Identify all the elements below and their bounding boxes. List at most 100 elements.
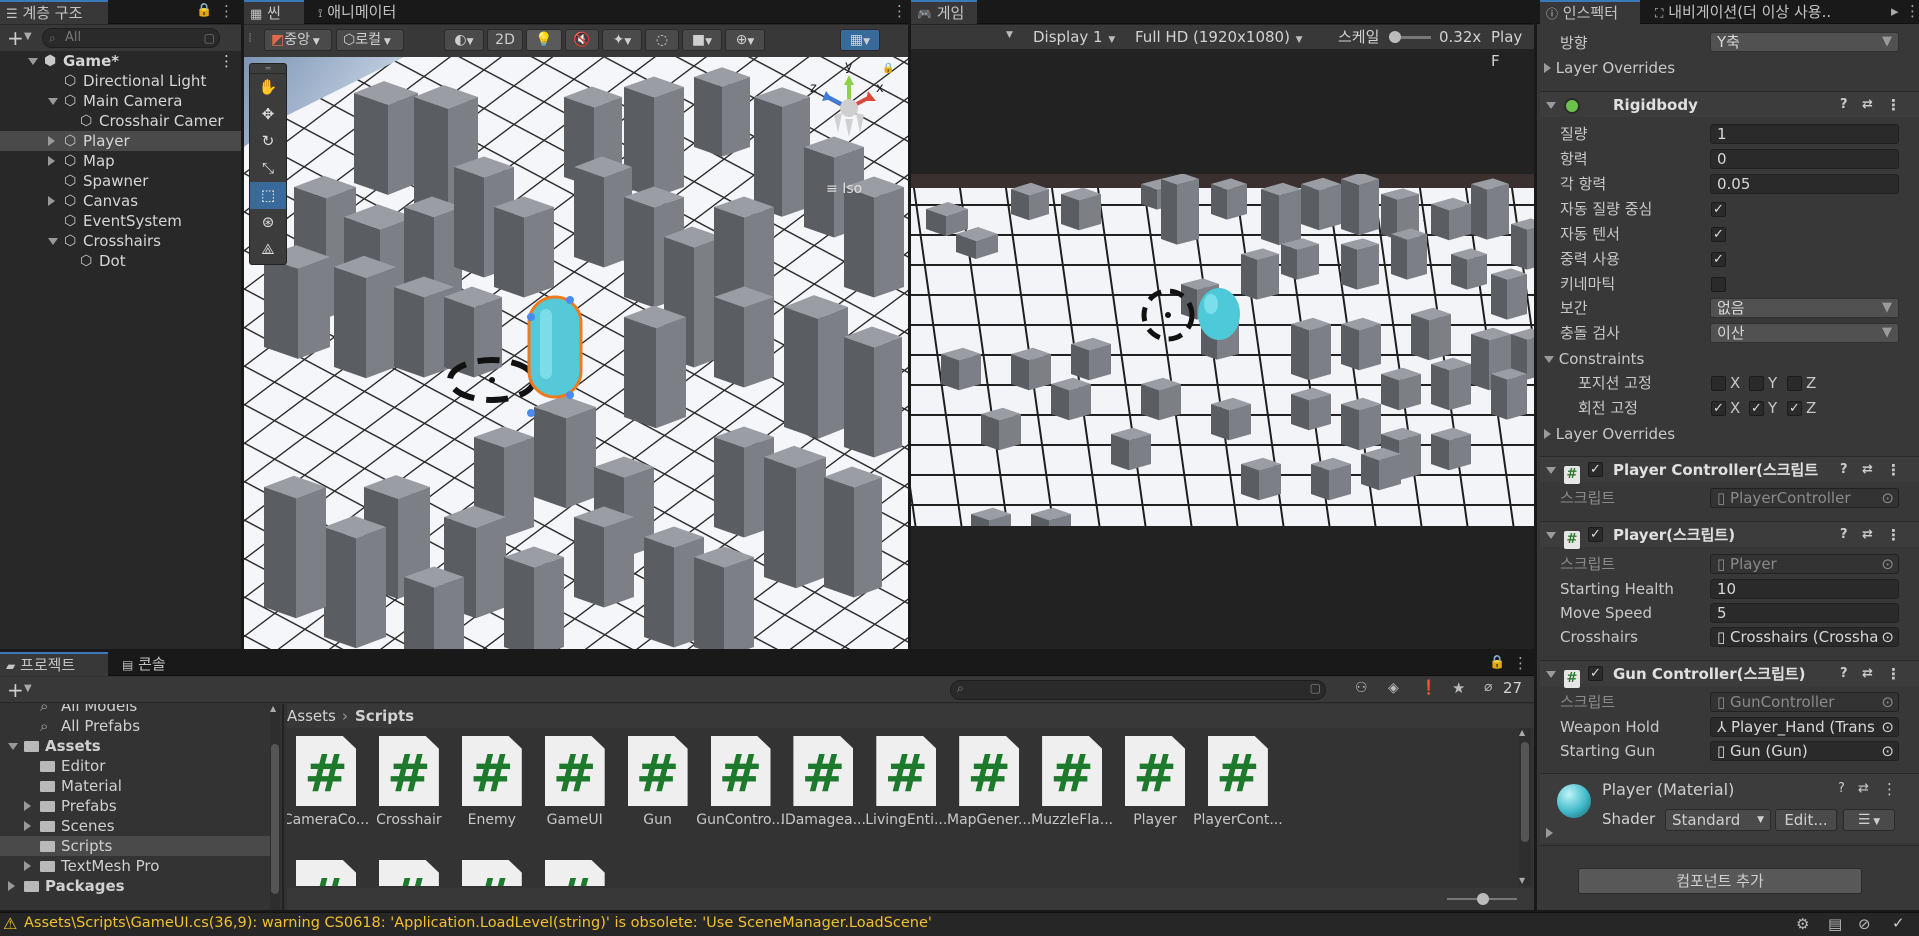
grid-snap-dropdown[interactable]: ▦▼	[840, 29, 880, 51]
display-dropdown[interactable]: Display 1 ▼	[1033, 25, 1115, 52]
angular-drag-field[interactable]: 0.05	[1710, 174, 1899, 194]
chevron-down-icon[interactable]	[8, 743, 18, 750]
project-tree-item[interactable]: Scripts	[0, 836, 270, 856]
scale-tool-icon[interactable]: ⤡	[250, 155, 286, 182]
icon-size-slider-thumb[interactable]	[1477, 893, 1489, 905]
asset-scroll-thumb[interactable]	[1521, 742, 1529, 842]
target-icon[interactable]: ⊙	[1881, 489, 1894, 507]
menu-dots-icon[interactable]: ⋮	[1886, 457, 1901, 483]
filter-label-icon[interactable]: ◈	[1388, 680, 1399, 696]
lock-icon[interactable]: 🔒	[196, 3, 212, 18]
menu-dots-icon[interactable]: ⋮	[1886, 522, 1901, 548]
hierarchy-item[interactable]: ⬡ Canvas	[0, 191, 241, 211]
chevron-right-icon[interactable]	[24, 801, 31, 811]
target-icon[interactable]: ⊙	[1881, 718, 1894, 736]
gizmos-dropdown[interactable]: ⊕▼	[725, 29, 765, 51]
script-asset[interactable]: # PlayerCont...	[1193, 736, 1283, 828]
tab-hierarchy[interactable]: ☰ 계층 구조	[0, 0, 108, 24]
chevron-down-icon[interactable]	[28, 58, 38, 65]
chevron-right-icon[interactable]	[48, 156, 55, 166]
tab-scene[interactable]: ▦ 씬	[244, 0, 304, 24]
tab-navigation[interactable]: ⛶ 내비게이션(더 이상 사용..	[1649, 0, 1889, 24]
auto-center-of-mass-checkbox[interactable]: ✓	[1711, 202, 1726, 217]
warning-filter-icon[interactable]: ❗	[1420, 680, 1437, 696]
hidden-toggle[interactable]: ◌	[645, 29, 679, 51]
lighting-toggle[interactable]: 💡	[526, 29, 562, 51]
icon-size-slider[interactable]	[1447, 893, 1517, 905]
auto-tensor-checkbox[interactable]: ✓	[1711, 227, 1726, 242]
script-asset[interactable]: # Player	[1110, 736, 1200, 828]
layer-overrides-foldout[interactable]: Layer Overrides	[1544, 57, 1675, 79]
move-tool-icon[interactable]: ✥	[250, 101, 286, 128]
project-tree-item[interactable]: ⌕ All Models	[0, 704, 270, 716]
menu-dots-icon[interactable]: ⋮	[892, 2, 907, 20]
hierarchy-search-input[interactable]: ⌕ All ▢	[42, 28, 220, 48]
script-asset[interactable]: # GameUI	[530, 736, 620, 828]
scale-slider[interactable]	[1389, 31, 1431, 43]
help-icon[interactable]: ?	[1840, 522, 1848, 548]
direction-dropdown[interactable]: Y축 ▼	[1710, 32, 1899, 52]
hierarchy-item[interactable]: ⬡ Crosshairs	[0, 231, 241, 251]
project-tree-item[interactable]: Editor	[0, 756, 270, 776]
player-script-enabled-checkbox[interactable]: ✓	[1588, 527, 1603, 542]
hierarchy-item[interactable]: ⬡ Directional Light	[0, 71, 241, 91]
target-icon[interactable]: ⊙	[1881, 693, 1894, 711]
custom-tool-icon[interactable]: ⟁	[250, 236, 286, 263]
shading-mode-dropdown[interactable]: ◐▼	[444, 29, 484, 51]
menu-dots-icon[interactable]: ⋮	[1905, 2, 1919, 20]
search-scope-icon[interactable]: ▢	[1310, 681, 1321, 695]
chevron-right-icon[interactable]	[24, 821, 31, 831]
move-speed-field[interactable]: 5	[1710, 603, 1899, 623]
gun-controller-enabled-checkbox[interactable]: ✓	[1588, 666, 1603, 681]
scroll-up-icon[interactable]: ▲	[1519, 728, 1525, 737]
tab-game[interactable]: 🎮 게임	[911, 0, 977, 24]
project-search-input[interactable]: ⌕ ▢	[950, 680, 1326, 700]
hierarchy-item[interactable]: ⬡ Main Camera	[0, 91, 241, 111]
collision-detection-dropdown[interactable]: 이산 ▼	[1710, 323, 1899, 343]
hand-tool-icon[interactable]: ✋	[250, 74, 286, 101]
chevron-right-icon[interactable]	[48, 136, 55, 146]
project-tree-item[interactable]: Assets	[0, 736, 270, 756]
shader-options-dropdown[interactable]: ☰ ▼	[1843, 809, 1895, 831]
scroll-down-icon[interactable]: ▼	[1519, 876, 1525, 885]
help-icon[interactable]: ?	[1840, 457, 1848, 483]
target-icon[interactable]: ⊙	[1881, 628, 1894, 646]
freeze-position-x-checkbox[interactable]	[1711, 376, 1726, 391]
is-kinematic-checkbox[interactable]	[1711, 277, 1726, 292]
cache-server-icon[interactable]: ▤	[1828, 915, 1842, 933]
menu-dots-icon[interactable]: ⋮	[1886, 661, 1901, 687]
asset-scrollbar[interactable]: ▲ ▼	[1519, 728, 1531, 886]
weapon-hold-field[interactable]: ⅄ Player_Hand (Trans ⊙	[1710, 717, 1899, 737]
chevron-right-icon[interactable]	[48, 196, 55, 206]
use-gravity-checkbox[interactable]: ✓	[1711, 252, 1726, 267]
view-mode-label[interactable]: ≡ Iso	[826, 181, 862, 197]
player-controller-header[interactable]: # ✓ Player Controller(스크립트 ? ⇄ ⋮	[1540, 456, 1919, 484]
hierarchy-item[interactable]: ⬡ Spawner	[0, 171, 241, 191]
filter-type-icon[interactable]: ⚇	[1355, 680, 1368, 696]
player-script-header[interactable]: # ✓ Player(스크립트) ? ⇄ ⋮	[1540, 521, 1919, 549]
script-asset[interactable]: # Gun	[613, 736, 703, 828]
preset-icon[interactable]: ⇄	[1862, 522, 1873, 548]
audio-toggle[interactable]: 🔇	[565, 29, 599, 51]
project-tree-item[interactable]: Packages	[0, 876, 270, 896]
target-icon[interactable]: ⊙	[1881, 742, 1894, 760]
chevron-right-icon[interactable]	[1546, 824, 1553, 842]
pivot-dropdown[interactable]: ◩중앙 ▼	[264, 29, 332, 51]
hierarchy-item[interactable]: ⬡ Crosshair Camer	[0, 111, 241, 131]
tree-scroll-thumb[interactable]	[271, 744, 279, 894]
preset-icon[interactable]: ⇄	[1862, 661, 1873, 687]
menu-dots-icon[interactable]: ⋮	[1513, 654, 1528, 672]
rect-tool-icon[interactable]: ⬚	[250, 182, 286, 209]
rigidbody-header[interactable]: Rigidbody ? ⇄ ⋮	[1540, 91, 1919, 117]
rigidbody-layer-overrides-foldout[interactable]: Layer Overrides	[1544, 423, 1675, 445]
drag-field[interactable]: 0	[1710, 149, 1899, 169]
script-asset[interactable]: #	[447, 860, 537, 886]
script-asset[interactable]: #	[287, 860, 371, 886]
effects-dropdown[interactable]: ✦▼	[602, 29, 642, 51]
preset-icon[interactable]: ⇄	[1862, 92, 1873, 118]
transform-tool-icon[interactable]: ⊛	[250, 209, 286, 236]
hierarchy-item[interactable]: ⬢ Game* ⋮	[0, 51, 241, 71]
script-asset[interactable]: #	[530, 860, 620, 886]
preset-icon[interactable]: ⇄	[1862, 457, 1873, 483]
starting-health-field[interactable]: 10	[1710, 579, 1899, 599]
